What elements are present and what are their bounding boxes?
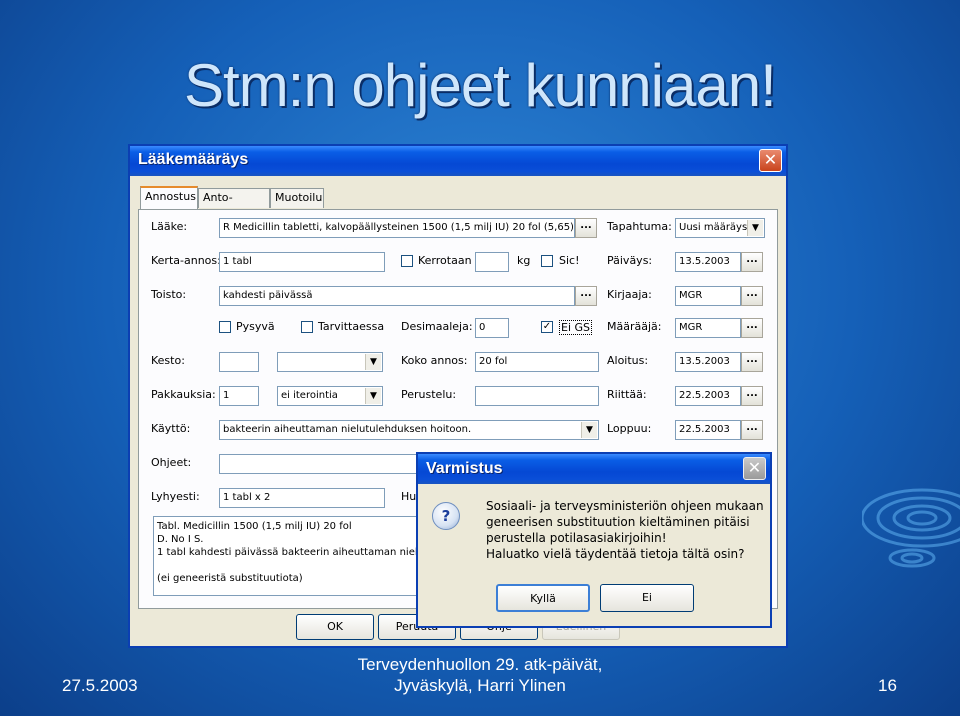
footer-date: 27.5.2003 — [62, 676, 138, 695]
kerta-annos-field[interactable]: 1 tabl — [219, 252, 385, 272]
kesto-unit-select[interactable]: ▼ — [277, 352, 383, 372]
paivays-label: Päiväys: — [607, 254, 653, 267]
page-number: 16 — [878, 676, 897, 695]
maaraaja-lookup-button[interactable]: ... — [741, 318, 763, 338]
kylla-button[interactable]: Kyllä — [496, 584, 590, 612]
tab-muotoilu[interactable]: Muotoilu — [270, 188, 324, 208]
laake-label: Lääke: — [151, 220, 188, 233]
close-icon[interactable]: ✕ — [743, 457, 766, 480]
footer-event: Terveydenhuollon 29. atk-päivät, Jyväsky… — [318, 654, 642, 696]
pysyva-label: Pysyvä — [236, 320, 275, 333]
message-line: Sosiaali- ja terveysministeriön ohjeen m… — [486, 499, 764, 513]
desimaaleja-label: Desimaaleja: — [401, 320, 473, 333]
tarvittaessa-checkbox[interactable] — [301, 321, 313, 333]
confirmation-titlebar: Varmistus ✕ — [418, 454, 770, 484]
weight-field[interactable] — [475, 252, 509, 272]
paivays-calendar-button[interactable]: ... — [741, 252, 763, 272]
maaraaja-field[interactable]: MGR — [675, 318, 741, 338]
kerrotaan-checkbox[interactable] — [401, 255, 413, 267]
loppuu-label: Loppuu: — [607, 422, 652, 435]
loppuu-calendar-button[interactable]: ... — [741, 420, 763, 440]
riittaa-field[interactable]: 22.5.2003 — [675, 386, 741, 406]
kg-label: kg — [517, 254, 531, 267]
kerrotaan-label: Kerrotaan — [418, 254, 472, 267]
confirmation-message: Sosiaali- ja terveysministeriön ohjeen m… — [486, 498, 770, 562]
ok-button[interactable]: OK — [296, 614, 374, 640]
water-ripple-decoration — [862, 488, 960, 568]
lyhyesti-field[interactable]: 1 tabl x 2 — [219, 488, 385, 508]
toisto-field[interactable]: kahdesti päivässä — [219, 286, 575, 306]
message-line: Haluatko vielä täydentää tietoja tältä o… — [486, 547, 745, 561]
aloitus-label: Aloitus: — [607, 354, 649, 367]
toisto-lookup-button[interactable]: ... — [575, 286, 597, 306]
riittaa-calendar-button[interactable]: ... — [741, 386, 763, 406]
tapahtuma-label: Tapahtuma: — [607, 220, 672, 233]
koko-annos-label: Koko annos: — [401, 354, 468, 367]
kirjaaja-field[interactable]: MGR — [675, 286, 741, 306]
riittaa-label: Riittää: — [607, 388, 647, 401]
iterointi-value: ei iterointia — [281, 390, 338, 401]
question-icon: ? — [432, 502, 460, 530]
kesto-field[interactable] — [219, 352, 259, 372]
tapahtuma-select[interactable]: Uusi määräys ▼ — [675, 218, 765, 238]
message-line: geneerisen substituution kieltäminen pit… — [486, 515, 750, 529]
kaytto-label: Käyttö: — [151, 422, 191, 435]
chevron-down-icon[interactable]: ▼ — [365, 354, 381, 370]
kirjaaja-label: Kirjaaja: — [607, 288, 652, 301]
sic-label: Sic! — [559, 254, 580, 267]
chevron-down-icon[interactable]: ▼ — [365, 388, 381, 404]
kaytto-value: bakteerin aiheuttaman nielutulehduksen h… — [223, 424, 472, 435]
aloitus-field[interactable]: 13.5.2003 — [675, 352, 741, 372]
pysyva-checkbox[interactable] — [219, 321, 231, 333]
paivays-field[interactable]: 13.5.2003 — [675, 252, 741, 272]
lyhyesti-label: Lyhyesti: — [151, 490, 200, 503]
iterointi-select[interactable]: ei iterointia ▼ — [277, 386, 383, 406]
desimaaleja-field[interactable]: 0 — [475, 318, 509, 338]
chevron-down-icon[interactable]: ▼ — [747, 220, 763, 236]
confirmation-title: Varmistus — [426, 460, 503, 477]
kirjaaja-lookup-button[interactable]: ... — [741, 286, 763, 306]
toisto-label: Toisto: — [151, 288, 187, 301]
kesto-label: Kesto: — [151, 354, 185, 367]
maaraaja-label: Määrääjä: — [607, 320, 662, 333]
loppuu-field[interactable]: 22.5.2003 — [675, 420, 741, 440]
kerta-annos-label: Kerta-annos: — [151, 254, 221, 267]
perustelu-field[interactable] — [475, 386, 599, 406]
close-icon[interactable]: ✕ — [759, 149, 782, 172]
chevron-down-icon[interactable]: ▼ — [581, 422, 597, 438]
footer-event-line: Jyväskylä, Harri Ylinen — [394, 676, 566, 695]
tarvittaessa-label: Tarvittaessa — [318, 320, 385, 333]
sic-checkbox[interactable] — [541, 255, 553, 267]
ei-button[interactable]: Ei — [600, 584, 694, 612]
laake-lookup-button[interactable]: ... — [575, 218, 597, 238]
laake-field[interactable]: R Medicillin tabletti, kalvopäällysteine… — [219, 218, 575, 238]
kaytto-select[interactable]: bakteerin aiheuttaman nielutulehduksen h… — [219, 420, 599, 440]
aloitus-calendar-button[interactable]: ... — [741, 352, 763, 372]
tab-annostus[interactable]: Annostus — [140, 186, 198, 210]
ei-gs-checkbox[interactable]: ✓ — [541, 321, 553, 333]
message-line: perustella potilasasiakirjoihin! — [486, 531, 667, 545]
koko-annos-field[interactable]: 20 fol — [475, 352, 599, 372]
slide-title: Stm:n ohjeet kunniaan! — [184, 52, 777, 119]
tab-anto-ohjeet[interactable]: Anto-ohjeet — [198, 188, 270, 222]
ohjeet-label: Ohjeet: — [151, 456, 192, 469]
ei-gs-label: Ei GS — [559, 320, 593, 335]
footer-event-line: Terveydenhuollon 29. atk-päivät, — [357, 655, 603, 674]
dialog-titlebar: Lääkemääräys ✕ — [130, 146, 786, 176]
dialog-title: Lääkemääräys — [138, 151, 249, 168]
tapahtuma-value: Uusi määräys — [679, 222, 748, 233]
confirmation-dialog: Varmistus ✕ ? Sosiaali- ja terveysminist… — [416, 452, 772, 628]
perustelu-label: Perustelu: — [401, 388, 457, 401]
pakkauksia-label: Pakkauksia: — [151, 388, 216, 401]
pakkauksia-field[interactable]: 1 — [219, 386, 259, 406]
